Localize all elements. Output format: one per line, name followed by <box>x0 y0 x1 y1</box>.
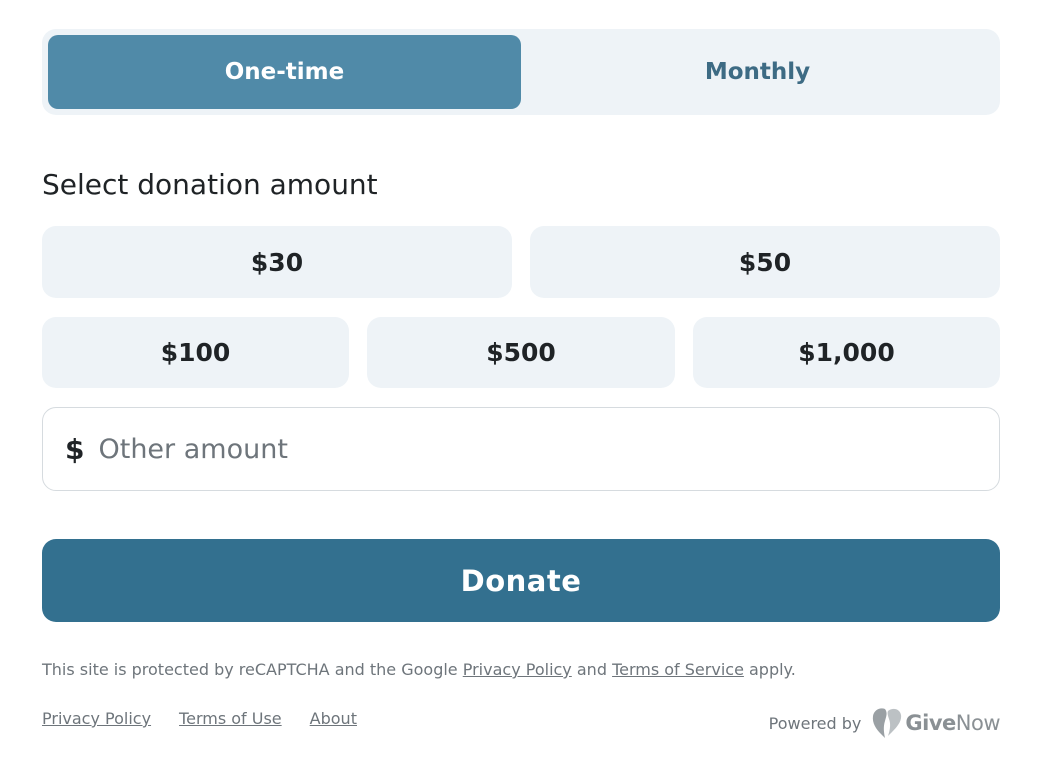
amount-option-100[interactable]: $100 <box>42 317 349 388</box>
recaptcha-text-middle: and <box>571 660 613 679</box>
givenow-brand-light: Now <box>955 711 1001 735</box>
givenow-wordmark: GiveNow <box>905 711 1000 735</box>
powered-by-label: Powered by <box>768 713 862 733</box>
section-title: Select donation amount <box>42 168 378 201</box>
amount-option-500[interactable]: $500 <box>367 317 675 388</box>
givenow-logo[interactable]: GiveNow <box>871 705 1001 741</box>
footer-about-link[interactable]: About <box>310 709 357 728</box>
amount-option-50[interactable]: $50 <box>530 226 1000 298</box>
donate-button[interactable]: Donate <box>42 539 1000 622</box>
recaptcha-text-before: This site is protected by reCAPTCHA and … <box>42 660 463 679</box>
currency-symbol: $ <box>65 432 85 466</box>
footer-links: Privacy Policy Terms of Use About <box>42 709 357 728</box>
givenow-brand-bold: Give <box>905 711 956 735</box>
footer-privacy-link[interactable]: Privacy Policy <box>42 709 151 728</box>
google-privacy-link[interactable]: Privacy Policy <box>463 660 572 679</box>
tab-monthly[interactable]: Monthly <box>521 35 994 109</box>
recaptcha-text-after: apply. <box>743 660 796 679</box>
footer-terms-link[interactable]: Terms of Use <box>179 709 282 728</box>
frequency-toggle: One-time Monthly <box>42 29 1000 115</box>
other-amount-field[interactable]: $ <box>42 407 1000 491</box>
tab-one-time[interactable]: One-time <box>48 35 521 109</box>
amount-option-30[interactable]: $30 <box>42 226 512 298</box>
amount-option-1000[interactable]: $1,000 <box>693 317 1000 388</box>
givenow-heart-icon <box>873 708 902 738</box>
other-amount-input[interactable] <box>98 433 999 465</box>
google-terms-link[interactable]: Terms of Service <box>612 660 744 679</box>
powered-by: Powered by GiveNow <box>768 704 1001 742</box>
recaptcha-notice: This site is protected by reCAPTCHA and … <box>42 660 796 679</box>
